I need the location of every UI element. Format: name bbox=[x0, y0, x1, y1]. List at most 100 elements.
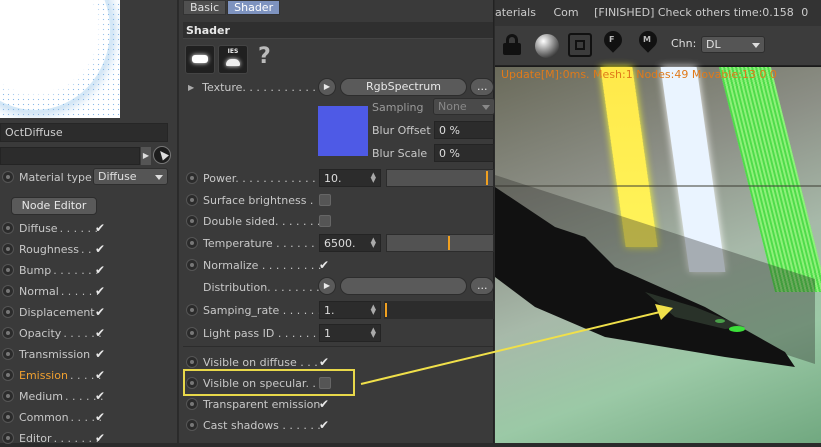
animate-radio-icon[interactable] bbox=[186, 259, 198, 271]
link-arrow-button[interactable]: ▶ bbox=[141, 147, 151, 165]
animate-radio-icon[interactable] bbox=[2, 369, 14, 381]
texture-shader-button[interactable]: RgbSpectrum bbox=[340, 78, 467, 96]
animate-radio-icon[interactable] bbox=[2, 306, 14, 318]
double-sided-checkbox[interactable] bbox=[319, 215, 331, 227]
pick-object-icon[interactable] bbox=[153, 146, 171, 164]
node-editor-button[interactable]: Node Editor bbox=[11, 197, 97, 215]
temperature-slider[interactable] bbox=[386, 234, 494, 252]
channel-opacity[interactable]: Opacity. . . . . . bbox=[2, 324, 102, 342]
slider-knob[interactable] bbox=[486, 171, 488, 185]
material-type-dropdown[interactable]: Diffuse bbox=[93, 168, 168, 185]
power-slider[interactable] bbox=[386, 169, 494, 187]
channel-diffuse[interactable]: Diffuse. . . . . . bbox=[2, 219, 98, 237]
channel-enable-checkbox[interactable]: ✔ bbox=[94, 390, 106, 402]
animate-radio-icon[interactable] bbox=[186, 327, 198, 339]
menu-materials[interactable]: aterials bbox=[495, 6, 536, 19]
animate-radio-icon[interactable] bbox=[186, 356, 198, 368]
tab-bar: Basic Shader bbox=[183, 0, 281, 15]
channel-enable-checkbox[interactable]: ✔ bbox=[94, 243, 106, 255]
chevron-down-icon bbox=[482, 105, 490, 110]
render-status: [FINISHED] Check others time:0.158 bbox=[594, 6, 794, 19]
channel-enable-checkbox[interactable]: ✔ bbox=[94, 348, 106, 360]
blur-offset-field[interactable]: 0 % bbox=[434, 121, 494, 139]
tab-shader[interactable]: Shader bbox=[227, 0, 281, 15]
material-name-field[interactable]: OctDiffuse bbox=[0, 123, 168, 142]
link-field[interactable] bbox=[0, 147, 140, 165]
normalize-row: Normalize . . . . . . . . . bbox=[186, 256, 321, 274]
visible-diffuse-checkbox[interactable]: ✔ bbox=[318, 356, 330, 368]
texture-color-swatch[interactable] bbox=[318, 106, 368, 156]
material-preview[interactable] bbox=[0, 0, 120, 118]
channel-enable-checkbox[interactable]: ✔ bbox=[94, 306, 106, 318]
blur-scale-label: Blur Scale bbox=[372, 147, 428, 160]
channel-transmission[interactable]: Transmission bbox=[2, 345, 92, 363]
spinner-icon[interactable]: ▲ ▼ bbox=[371, 237, 376, 249]
channel-enable-checkbox[interactable]: ✔ bbox=[94, 264, 106, 276]
lock-icon[interactable] bbox=[502, 34, 522, 55]
blur-scale-field[interactable]: 0 % bbox=[434, 144, 494, 162]
texture-more-button[interactable]: ... bbox=[470, 78, 494, 96]
transparent-emission-checkbox[interactable]: ✔ bbox=[318, 398, 330, 410]
focus-pin-icon[interactable]: F bbox=[600, 27, 626, 55]
light-preset-icon[interactable] bbox=[185, 45, 215, 74]
animate-radio-icon[interactable] bbox=[186, 215, 198, 227]
channel-medium[interactable]: Medium. . . . . . bbox=[2, 387, 103, 405]
tab-basic[interactable]: Basic bbox=[183, 0, 227, 15]
distribution-more-button[interactable]: ... bbox=[470, 277, 494, 295]
normalize-checkbox[interactable]: ✔ bbox=[318, 259, 330, 271]
spinner-icon[interactable]: ▲ ▼ bbox=[371, 172, 376, 184]
channel-displacement[interactable]: Displacement bbox=[2, 303, 97, 321]
cast-shadows-checkbox[interactable]: ✔ bbox=[318, 419, 330, 431]
channel-enable-checkbox[interactable]: ✔ bbox=[94, 222, 106, 234]
animate-radio-icon[interactable] bbox=[2, 327, 14, 339]
channel-enable-checkbox[interactable]: ✔ bbox=[94, 369, 106, 381]
distribution-menu-button[interactable]: ▶ bbox=[318, 277, 336, 295]
expand-triangle-icon[interactable]: ▶ bbox=[188, 83, 194, 92]
distribution-shader-button[interactable] bbox=[340, 277, 467, 295]
channel-editor[interactable]: Editor. . . . . . . bbox=[2, 429, 99, 447]
channel-emission[interactable]: Emission. . . . . bbox=[2, 366, 101, 384]
channel-enable-checkbox[interactable]: ✔ bbox=[94, 285, 106, 297]
cast-shadows-row: Cast shadows . . . . . . bbox=[186, 416, 321, 434]
channel-common[interactable]: Common. . . . . bbox=[2, 408, 102, 426]
animate-radio-icon[interactable] bbox=[2, 411, 14, 423]
animate-radio-icon[interactable] bbox=[2, 264, 14, 276]
channel-enable-checkbox[interactable]: ✔ bbox=[94, 327, 106, 339]
blur-offset-label: Blur Offset bbox=[372, 124, 431, 137]
channel-dropdown[interactable]: DL bbox=[701, 36, 765, 53]
channel-dots: . . bbox=[81, 242, 92, 256]
channel-roughness[interactable]: Roughness. . bbox=[2, 240, 92, 258]
texture-menu-button[interactable]: ▶ bbox=[318, 78, 336, 96]
animate-radio-icon[interactable] bbox=[186, 304, 198, 316]
animate-radio-icon[interactable] bbox=[186, 237, 198, 249]
animate-radio-icon[interactable] bbox=[186, 172, 198, 184]
material-ball-icon[interactable] bbox=[535, 34, 559, 58]
surface-brightness-checkbox[interactable] bbox=[319, 194, 331, 206]
menu-com[interactable]: Com bbox=[553, 6, 578, 19]
power-field[interactable]: 10. ▲ ▼ bbox=[319, 169, 381, 187]
animate-radio-icon[interactable] bbox=[2, 243, 14, 255]
animate-radio-icon[interactable] bbox=[2, 390, 14, 402]
animate-radio-icon[interactable] bbox=[2, 171, 14, 183]
transparent-emission-row: Transparent emission bbox=[186, 395, 320, 413]
channel-normal[interactable]: Normal. . . . . . bbox=[2, 282, 99, 300]
animate-radio-icon[interactable] bbox=[186, 194, 198, 206]
animate-radio-icon[interactable] bbox=[2, 432, 14, 444]
ies-light-icon[interactable]: IES bbox=[218, 45, 248, 74]
animate-radio-icon[interactable] bbox=[2, 222, 14, 234]
animate-radio-icon[interactable] bbox=[2, 348, 14, 360]
channel-bump[interactable]: Bump. . . . . . . bbox=[2, 261, 99, 279]
animate-radio-icon[interactable] bbox=[186, 398, 198, 410]
double-sided-row: Double sided. . . . . . . bbox=[186, 212, 320, 230]
channel-enable-checkbox[interactable]: ✔ bbox=[94, 432, 106, 444]
sampling-dropdown[interactable]: None bbox=[433, 98, 495, 115]
region-icon[interactable] bbox=[568, 33, 592, 57]
animate-radio-icon[interactable] bbox=[2, 285, 14, 297]
help-icon[interactable]: ? bbox=[258, 44, 271, 69]
temperature-field[interactable]: 6500. ▲ ▼ bbox=[319, 234, 381, 252]
material-pin-icon[interactable]: M bbox=[635, 27, 661, 55]
channel-enable-checkbox[interactable]: ✔ bbox=[94, 411, 106, 423]
slider-knob[interactable] bbox=[448, 236, 450, 250]
animate-radio-icon[interactable] bbox=[186, 419, 198, 431]
samping-rate-row: Samping_rate . . . . . . bbox=[186, 301, 321, 319]
